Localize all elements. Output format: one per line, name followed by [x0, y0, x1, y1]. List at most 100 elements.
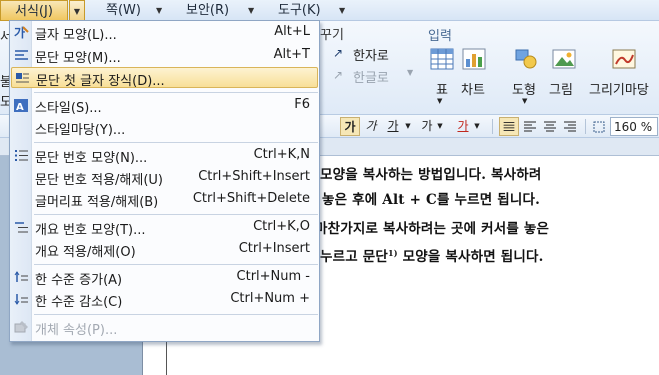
hanja-icon: ↗ — [333, 46, 343, 60]
menu-item-shortcut: Ctrl+Num + — [230, 291, 310, 306]
chart-button[interactable]: 차트 — [461, 79, 485, 98]
menu-item-label: 글자 모양(L)... — [35, 28, 117, 43]
char-shadow-button[interactable]: 가 — [420, 117, 434, 136]
shape-button[interactable]: 도형 — [512, 79, 536, 98]
document-line-text: 누르고 문단 — [320, 249, 388, 265]
document-line-text: 모양을 복사하면 됩니다. — [402, 249, 544, 265]
shape-icon[interactable] — [513, 47, 539, 71]
menu-bar: 서식(J) ▼ 쪽(W) ▼ 보안(R) ▼ 도구(K) ▼ — [0, 0, 659, 21]
menu-item-bullet-toggle[interactable]: 글머리표 적용/해제(B) Ctrl+Shift+Delete — [11, 189, 318, 210]
menu-item-style[interactable]: A 스타일(S)... F6 — [11, 95, 318, 116]
font-color-button[interactable]: 가 — [455, 117, 471, 136]
menu-item-label: 개체 속성(P)... — [35, 323, 118, 338]
chevron-down-icon[interactable]: ▼ — [69, 0, 85, 21]
picture-icon[interactable] — [551, 47, 577, 71]
chevron-down-icon[interactable]: ▼ — [403, 117, 413, 136]
table-icon[interactable] — [429, 47, 455, 71]
menu-separator — [34, 214, 318, 215]
document-line: 마찬가지로 복사하려는 곳에 커서를 놓은 — [315, 221, 550, 237]
document-line: 누르고 문단1) 모양을 복사하면 됩니다. — [320, 245, 544, 265]
menu-item-label: 개요 번호 모양(T)... — [35, 223, 146, 238]
menu-item-level-up[interactable]: 한 수준 증가(A) Ctrl+Num - — [11, 267, 318, 288]
style-icon: A — [14, 99, 28, 113]
menu-item-style-gallery[interactable]: 스타일마당(Y)... — [11, 117, 318, 138]
footnote-mark[interactable]: 1) — [388, 248, 398, 258]
menu-item-label: 한 수준 증가(A) — [35, 273, 123, 288]
menu-item-label: 한 수준 감소(C) — [35, 295, 123, 310]
menu-item-shortcut: Ctrl+Insert — [238, 241, 310, 256]
outline-number-icon — [15, 222, 28, 233]
align-center-icon[interactable] — [541, 117, 559, 136]
para-number-icon — [15, 150, 28, 161]
menu-separator — [34, 92, 318, 93]
char-shape-icon: 가 — [14, 25, 29, 40]
menu-item-shortcut: Alt+L — [274, 24, 310, 39]
document-line: 놓은 후에 Alt + C를 누르면 됩니다. — [322, 192, 541, 208]
chevron-down-icon[interactable]: ▼ — [156, 0, 162, 21]
menu-item-label: 문단 번호 모양(N)... — [35, 151, 148, 166]
svg-text:A: A — [16, 102, 24, 113]
hangul-button[interactable]: 한글로 — [353, 67, 389, 86]
drawing-board-icon[interactable] — [611, 47, 637, 71]
chevron-down-icon[interactable]: ▼ — [472, 117, 482, 136]
menu-item-shortcut: Ctrl+Num - — [236, 269, 310, 284]
para-shape-icon — [15, 50, 28, 60]
zoom-input[interactable]: 160 % — [610, 117, 658, 136]
menu-item-para-number[interactable]: 문단 번호 모양(N)... Ctrl+K,N — [11, 145, 318, 166]
menu-security[interactable]: 보안(R) — [186, 0, 229, 21]
menu-item-label: 문단 첫 글자 장식(D)... — [36, 74, 165, 89]
hangul-icon: ↗ — [333, 68, 343, 82]
drawing-board-button[interactable]: 그리기마당 — [589, 79, 649, 98]
menu-tools[interactable]: 도구(K) — [278, 0, 321, 21]
chevron-down-icon[interactable]: ▼ — [522, 97, 527, 105]
menu-item-outline-toggle[interactable]: 개요 적용/해제(O) Ctrl+Insert — [11, 239, 318, 260]
ribbon-fragment: 꾸기 — [320, 28, 344, 43]
chevron-down-icon[interactable]: ▼ — [407, 68, 413, 77]
align-right-icon[interactable] — [561, 117, 579, 136]
menu-item-para-number-toggle[interactable]: 문단 번호 적용/해제(U) Ctrl+Shift+Insert — [11, 167, 318, 188]
menu-page[interactable]: 쪽(W) — [106, 0, 141, 21]
menu-item-object-props[interactable]: 개체 속성(P)... — [11, 317, 318, 338]
menu-format[interactable]: 서식(J) — [0, 0, 68, 21]
hanja-button[interactable]: 한자로 — [353, 45, 389, 64]
chevron-down-icon[interactable]: ▼ — [437, 97, 442, 105]
picture-button[interactable]: 그림 — [549, 79, 573, 98]
menu-item-shortcut: Ctrl+K,N — [253, 147, 310, 162]
svg-text:↗: ↗ — [333, 68, 343, 82]
menu-item-shortcut: Alt+T — [273, 47, 310, 62]
menu-item-shortcut: Ctrl+Shift+Delete — [192, 191, 310, 206]
menu-item-label: 문단 모양(M)... — [35, 51, 121, 66]
align-left-icon[interactable] — [521, 117, 539, 136]
underline-button[interactable]: 가 — [384, 117, 402, 136]
input-group-label: 입력 — [428, 29, 452, 44]
bold-button[interactable]: 가 — [340, 117, 360, 136]
drop-cap-icon — [16, 73, 29, 83]
menu-item-outline-number[interactable]: 개요 번호 모양(T)... Ctrl+K,O — [11, 217, 318, 238]
menu-item-drop-cap[interactable]: 문단 첫 글자 장식(D)... — [11, 67, 318, 89]
menu-separator — [34, 314, 318, 315]
menu-item-label: 스타일마당(Y)... — [35, 123, 126, 138]
italic-button[interactable]: 가 — [363, 117, 379, 136]
menu-item-para-shape[interactable]: 문단 모양(M)... Alt+T — [11, 45, 318, 66]
svg-text:↗: ↗ — [333, 46, 343, 60]
chevron-down-icon[interactable]: ▼ — [435, 117, 445, 136]
menu-separator — [34, 142, 318, 143]
menu-item-label: 개요 적용/해제(O) — [35, 245, 136, 260]
menu-item-shortcut: Ctrl+K,O — [253, 219, 310, 234]
menu-item-level-down[interactable]: 한 수준 감소(C) Ctrl+Num + — [11, 289, 318, 310]
level-down-icon — [14, 294, 28, 305]
document-line: 모양을 복사하는 방법입니다. 복사하려 — [320, 167, 542, 183]
align-justify-icon[interactable] — [499, 117, 519, 136]
table-button[interactable]: 표 — [436, 79, 448, 98]
menu-item-shortcut: Ctrl+Shift+Insert — [198, 169, 310, 184]
level-up-icon — [14, 271, 28, 282]
chevron-down-icon[interactable]: ▼ — [248, 0, 254, 21]
menu-item-char-shape[interactable]: 가 글자 모양(L)... Alt+L — [11, 22, 318, 43]
format-dropdown-menu: 가 글자 모양(L)... Alt+L 문단 모양(M)... Alt+T 문단… — [9, 20, 320, 342]
zoom-icon — [593, 121, 605, 133]
chart-icon[interactable] — [461, 47, 487, 71]
menu-separator — [34, 264, 318, 265]
chevron-down-icon[interactable]: ▼ — [339, 0, 345, 21]
menu-item-label: 스타일(S)... — [35, 101, 102, 116]
menu-item-label: 문단 번호 적용/해제(U) — [35, 173, 163, 188]
